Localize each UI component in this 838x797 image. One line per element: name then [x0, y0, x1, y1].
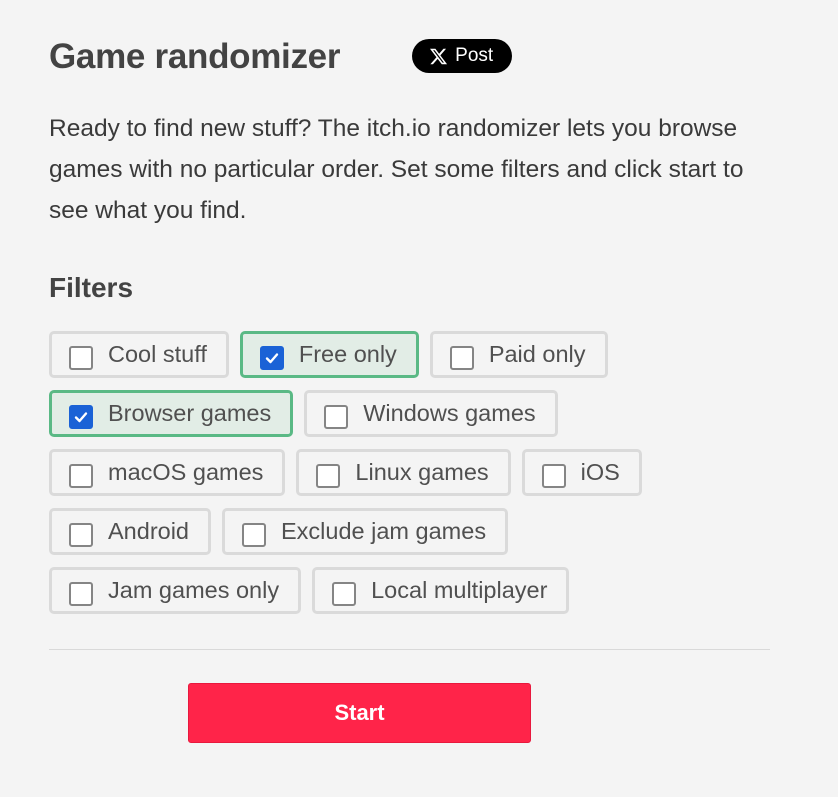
description-text: Ready to find new stuff? The itch.io ran… — [49, 115, 744, 224]
filter-label: Android — [108, 518, 189, 544]
x-logo-icon — [430, 48, 448, 64]
filter-label: Jam games only — [108, 577, 280, 603]
filter-checkbox[interactable] — [449, 345, 474, 370]
header: Game randomizer Post — [49, 28, 770, 86]
filter-checkbox[interactable] — [69, 463, 93, 488]
page-title: Game randomizer — [49, 37, 341, 76]
filter-label: Exclude jam games — [281, 518, 487, 544]
filter-checkbox[interactable] — [324, 404, 349, 429]
filter-paid-only[interactable]: Paid only — [429, 331, 608, 378]
filter-label: Browser games — [108, 400, 272, 426]
filter-linux-games[interactable]: Linux games — [296, 449, 511, 496]
filter-label: Local multiplayer — [371, 577, 548, 603]
checkmark-icon — [74, 411, 88, 422]
filter-checkbox[interactable] — [69, 345, 93, 370]
filter-cool-stuff[interactable]: Cool stuff — [49, 331, 229, 378]
filters-heading: Filters — [49, 272, 134, 303]
filter-checkbox[interactable] — [332, 581, 357, 606]
filter-checkbox[interactable] — [259, 345, 284, 370]
filter-checkbox[interactable] — [69, 581, 93, 606]
filter-label: iOS — [580, 459, 620, 485]
filter-exclude-jam-games[interactable]: Exclude jam games — [222, 508, 509, 555]
filter-local-multiplayer[interactable]: Local multiplayer — [312, 567, 570, 614]
filter-jam-games-only[interactable]: Jam games only — [49, 567, 302, 614]
filter-free-only[interactable]: Free only — [239, 331, 419, 378]
filter-label: Linux games — [355, 459, 489, 485]
filter-windows-games[interactable]: Windows games — [304, 390, 558, 437]
filter-label: Windows games — [363, 400, 536, 426]
filter-checkbox[interactable] — [316, 463, 341, 488]
filter-label: Cool stuff — [108, 341, 207, 367]
filter-checkbox[interactable] — [69, 522, 93, 547]
filter-checkbox[interactable] — [541, 463, 566, 488]
x-post-button[interactable]: Post — [412, 39, 513, 73]
filter-label: Free only — [298, 341, 397, 367]
start-button[interactable]: Start — [188, 683, 531, 743]
x-post-label: Post — [455, 45, 494, 66]
filter-browser-games[interactable]: Browser games — [49, 390, 294, 437]
filter-ios[interactable]: iOS — [521, 449, 642, 496]
randomizer-panel: Game randomizer Post Ready to find new s… — [49, 0, 770, 650]
checkmark-icon — [265, 352, 279, 363]
divider — [49, 649, 770, 650]
filters-list: Cool stuff Free only Paid only Browser game… — [49, 331, 770, 626]
filter-macos-games[interactable]: macOS games — [49, 449, 286, 496]
filter-label: Paid only — [488, 341, 586, 367]
filter-android[interactable]: Android — [49, 508, 211, 555]
filter-label: macOS games — [108, 459, 264, 485]
filter-checkbox[interactable] — [69, 404, 93, 429]
filter-checkbox[interactable] — [242, 522, 266, 547]
